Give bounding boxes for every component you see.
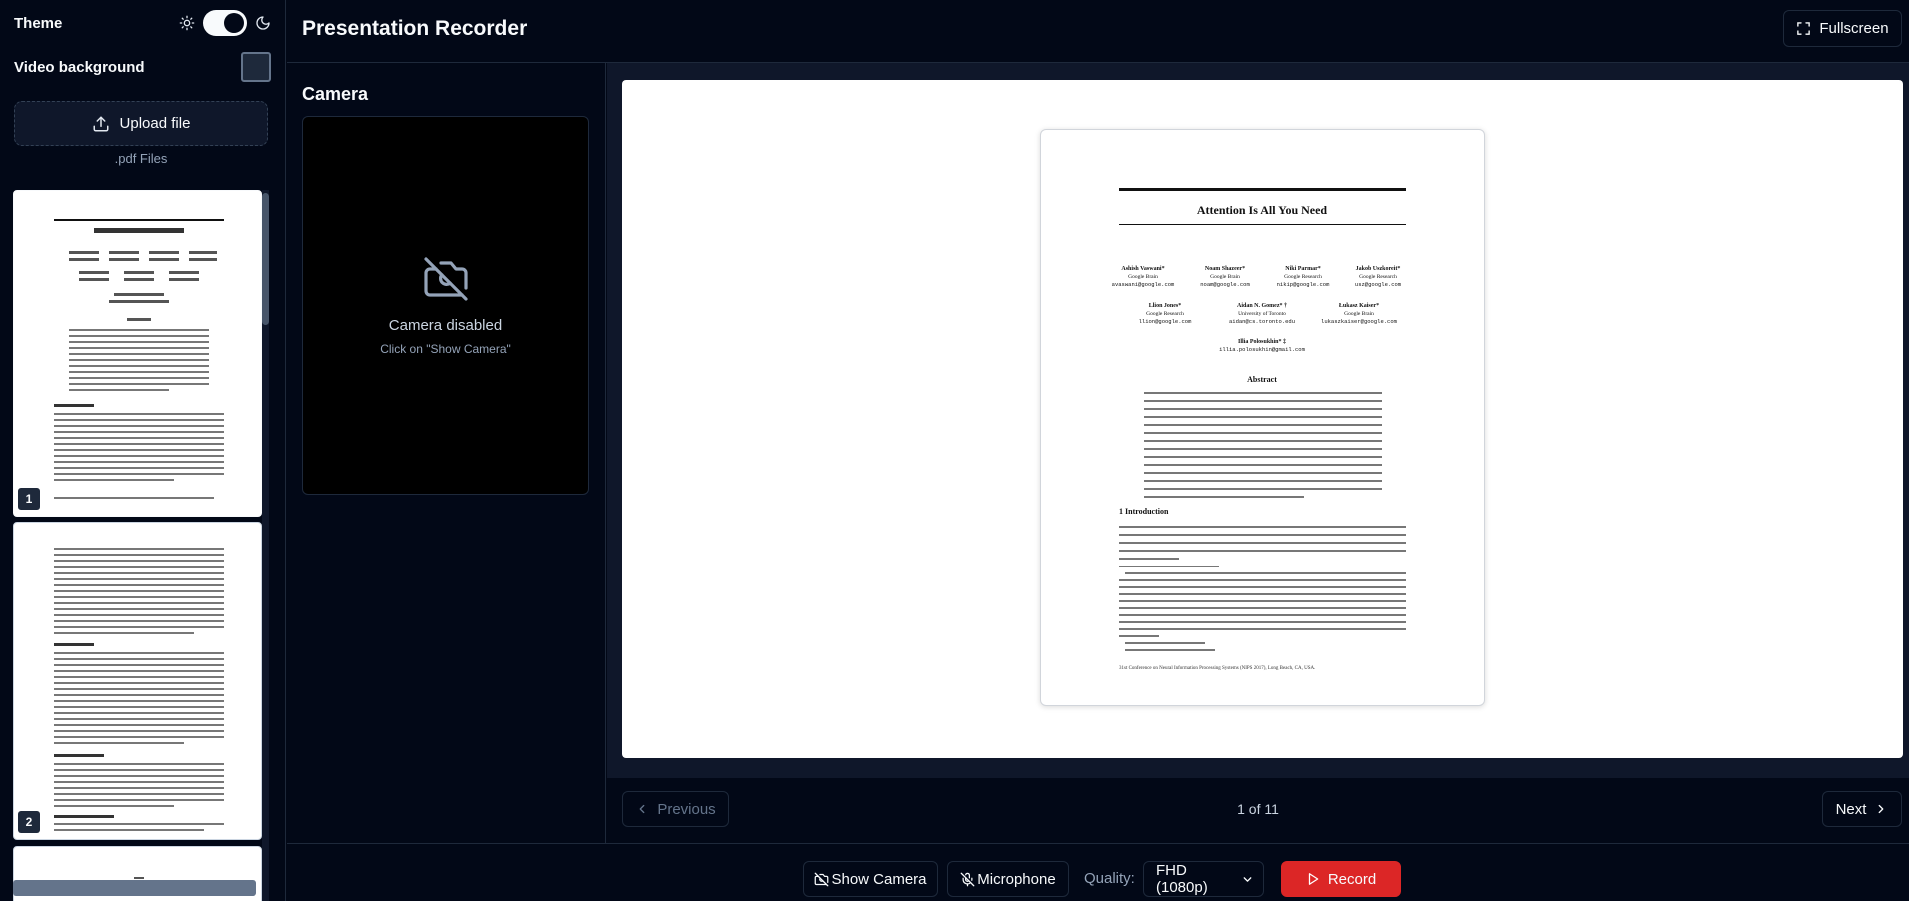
record-label: Record [1327,870,1377,888]
author-name: Niki Parmar* [1285,266,1321,272]
author-org: Google Research [1284,274,1322,280]
author-name: Jakob Uszkoreit* [1356,266,1401,272]
thumbnail-scrollbar-thumb[interactable] [262,193,269,325]
thumbnail-list[interactable]: 1 2 [13,190,262,901]
microphone-off-icon [960,872,975,887]
next-label: Next [1835,800,1867,818]
author-name: Llion Jones* [1149,303,1182,309]
fullscreen-label: Fullscreen [1819,20,1889,37]
toggle-knob [224,13,244,33]
microphone-label: Microphone [977,870,1056,888]
author-email: nikip@google.com [1277,281,1331,288]
thumbnail-page-1[interactable]: 1 [13,190,262,517]
paper-title: Attention Is All You Need [1197,203,1328,217]
author-email: lukaszkaiser@google.com [1321,318,1398,325]
upload-file-button[interactable]: Upload file [14,101,268,146]
camera-preview: Camera disabled Click on "Show Camera" [302,116,589,495]
thumbnail-page-2[interactable]: 2 [13,522,262,840]
sun-icon [179,15,195,31]
author-email: llion@google.com [1139,318,1193,325]
author-last-email: illia.polosukhin@gmail.com [1219,346,1306,353]
theme-toggle[interactable] [203,10,247,36]
author-org: Google Research [1146,311,1184,317]
camera-panel: Camera Camera disabled Click on "Show Ca… [287,63,606,843]
author-org: University of Toronto [1238,310,1286,317]
author-org: Google Brain [1210,274,1240,280]
slide-area: Attention Is All You Need Ashish Vaswani… [607,63,1909,778]
author-email: avaswani@google.com [1112,281,1175,288]
slide-page: Attention Is All You Need Ashish Vaswani… [1040,129,1485,706]
next-button[interactable]: Next [1822,791,1902,827]
thumbnail-number: 2 [18,811,40,833]
moon-icon [255,15,271,31]
camera-status: Camera disabled [388,317,503,334]
author-email: noam@google.com [1200,281,1250,288]
author-email: usz@google.com [1355,281,1402,288]
slide-navigation: Previous 1 of 11 Next [607,778,1909,843]
paper-footer: 31st Conference on Neural Information Pr… [1119,666,1315,671]
page-title: Presentation Recorder [302,17,528,40]
video-background-checkbox[interactable] [241,52,271,82]
thumbnail-number: 1 [18,488,40,510]
show-camera-button[interactable]: Show Camera [803,861,938,897]
microphone-button[interactable]: Microphone [947,861,1069,897]
thumbnail-1-preview [54,219,224,499]
theme-label: Theme [14,14,63,32]
theme-controls [179,10,271,36]
quality-select[interactable]: FHD (1080p) [1143,861,1264,897]
fullscreen-icon [1796,21,1811,36]
author-name: Aidan N. Gomez* † [1237,303,1287,309]
theme-row: Theme [14,10,271,36]
video-background-row: Video background [14,52,271,82]
paper-page: Attention Is All You Need Ashish Vaswani… [1112,188,1406,671]
record-button[interactable]: Record [1281,861,1401,897]
camera-hint: Click on "Show Camera" [380,342,511,356]
author-name: Noam Shazeer* [1205,266,1245,272]
play-icon [1306,872,1320,886]
camera-off-icon [422,255,470,303]
author-org: Google Brain [1128,274,1158,280]
abstract-heading: Abstract [1247,375,1277,384]
quality-value: FHD (1080p) [1156,862,1208,896]
page-count: 1 of 11 [1237,801,1279,817]
camera-title: Camera [302,84,369,104]
author-name: Łukasz Kaiser* [1339,303,1379,309]
thumbnail-2-preview [54,548,224,831]
app: Theme Video background Upload file .pdf … [0,0,1909,901]
slide-stage: Attention Is All You Need Ashish Vaswani… [622,80,1903,758]
quality-label: Quality: [1084,870,1135,887]
control-bar: Show Camera Microphone Quality: FHD (108… [287,843,1909,901]
section-heading: 1 Introduction [1119,507,1169,516]
camera-off-icon [814,872,829,887]
sidebar: Theme Video background Upload file .pdf … [0,0,286,901]
author-org: Google Research [1359,274,1397,280]
upload-label: Upload file [119,115,191,132]
chevron-down-icon [1241,873,1254,886]
author-email: aidan@cs.toronto.edu [1229,318,1295,325]
author-name: Ashish Vaswani* [1121,266,1164,272]
chevron-right-icon [1874,802,1888,816]
show-camera-label: Show Camera [831,870,927,888]
author-org: Google Brain [1344,311,1374,317]
author-last-name: Illia Polosukhin* ‡ [1238,339,1286,345]
header: Presentation Recorder Fullscreen [287,0,1909,63]
fullscreen-button[interactable]: Fullscreen [1783,10,1902,47]
horizontal-scrollbar[interactable] [13,880,256,896]
upload-note: .pdf Files [114,151,168,166]
video-background-label: Video background [14,58,145,76]
upload-icon [92,115,110,133]
